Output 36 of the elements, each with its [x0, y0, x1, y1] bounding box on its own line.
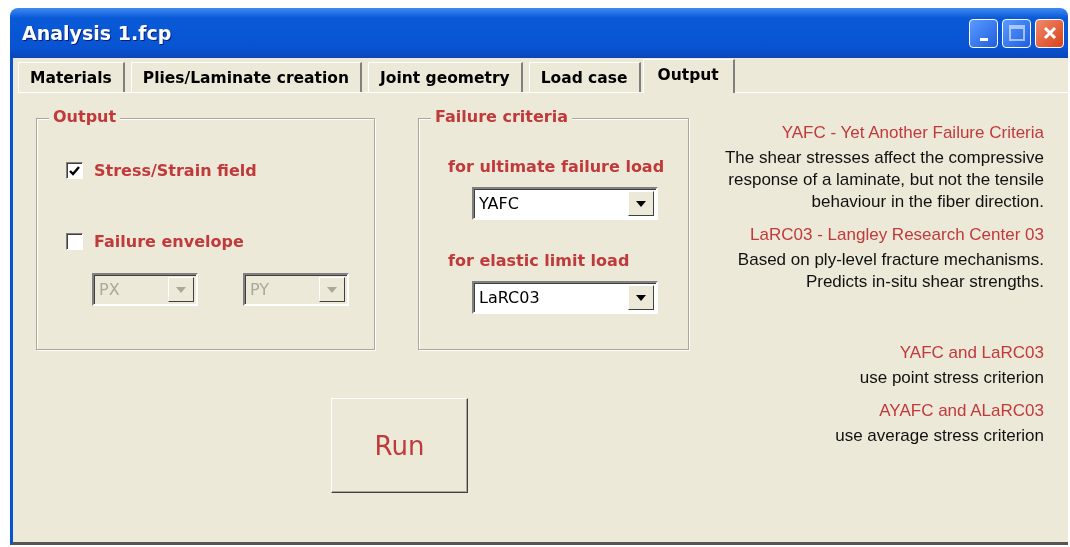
note-heading: YAFC - Yet Another Failure Criteria: [781, 123, 1044, 143]
maximize-button[interactable]: [1002, 18, 1031, 48]
note-text: The shear stresses affect the compressive response of a laminate, but not the tensile behaviour in the fiber direction.: [723, 147, 1044, 213]
note-text: use average stress criterion: [835, 425, 1044, 447]
group-title: Output: [49, 107, 121, 126]
dropdown[interactable]: LaRC03: [472, 281, 658, 314]
checkbox[interactable]: [66, 162, 83, 179]
tab[interactable]: Load case: [528, 62, 641, 92]
tab[interactable]: Joint geometry: [368, 62, 523, 92]
dropdown-button[interactable]: [628, 285, 654, 310]
minimize-button[interactable]: [969, 18, 998, 48]
caret-icon: [176, 286, 186, 293]
note-heading: YAFC and LaRC03: [899, 343, 1044, 363]
run-button[interactable]: Run: [331, 398, 468, 493]
caret-icon: [636, 200, 646, 207]
note-heading: AYAFC and ALaRC03: [879, 401, 1044, 421]
note-heading: LaRC03 - Langley Research Center 03: [750, 225, 1044, 245]
maximize-icon: [1008, 25, 1025, 41]
window-title: Analysis 1.fcp: [22, 22, 172, 44]
checkbox[interactable]: [66, 233, 83, 250]
dropdown-button[interactable]: [628, 191, 654, 216]
checkbox-label: Stress/Strain field: [94, 161, 257, 180]
tab[interactable]: Plies/Laminate creation: [130, 62, 362, 92]
selector-label: for elastic limit load: [448, 251, 631, 270]
selector-label: for ultimate failure load: [448, 157, 666, 176]
tab[interactable]: Materials: [18, 62, 125, 92]
caret-icon: [636, 294, 646, 301]
note-text: use point stress criterion: [859, 367, 1044, 389]
note-text: Based on ply-level fracture mechanisms. Predicts in-situ shear strengths.: [736, 249, 1044, 293]
dropdown[interactable]: YAFC: [472, 187, 658, 220]
caret-icon: [327, 286, 337, 293]
minimize-icon: [979, 37, 988, 41]
close-icon: [1042, 26, 1057, 40]
checkbox-label: Failure envelope: [94, 232, 244, 251]
tab[interactable]: Output: [642, 59, 735, 93]
close-button[interactable]: [1035, 18, 1064, 48]
